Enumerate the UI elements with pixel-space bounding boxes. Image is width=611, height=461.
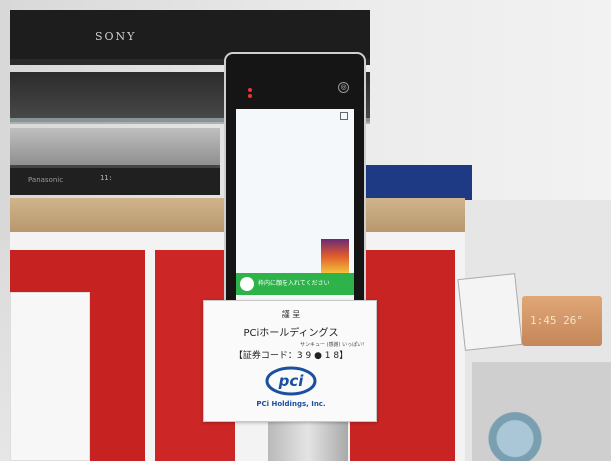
equipment-rack [10,128,220,166]
sign-thanks: サンキュー (感謝) いっぱい! [300,342,365,348]
indicator-light [248,88,252,92]
recorder-display: 11: [100,174,113,182]
camera-icon: ◎ [338,82,349,93]
wooden-clock: 1:45 26° [522,296,602,346]
sign-heading: 謹 呈 [281,310,301,319]
screen-status-bar: 枠内に顔を入れてください [236,273,354,295]
pci-logo: pci [265,366,317,396]
sign-company: PCiホールディングス [243,328,339,339]
kiosk-pole [268,420,348,461]
photo-scene: SONY Panasonic 11: 1:45 26° ◎ 枠内に顔を入れてくだ… [0,0,611,461]
video-recorder: Panasonic 11: [10,165,220,195]
desk-calendar [457,273,523,351]
qr-icon [340,112,348,120]
gift-sign: 謹 呈 PCiホールディングス サンキュー (感謝) いっぱい! 【証券コード：… [203,300,377,422]
status-text: 枠内に顔を入れてください [258,280,330,287]
sign-stock-code: 【証券コード：3 9 ● 1 8】 [233,351,349,361]
recorder-brand: Panasonic [28,176,64,184]
kiosk-screen[interactable]: 枠内に顔を入れてください [236,109,354,305]
sign-logo-text: PCi Holdings, Inc. [256,400,326,408]
svg-text:pci: pci [278,372,305,390]
tv-brand: SONY [95,30,137,43]
person-icon [240,277,254,291]
clock-display: 1:45 26° [530,314,583,327]
cable-bundle [440,405,590,461]
thermal-kiosk: ◎ 枠内に顔を入れてください [224,52,366,310]
paper-stack [10,292,90,461]
thermal-preview [321,239,349,273]
indicator-light [248,94,252,98]
